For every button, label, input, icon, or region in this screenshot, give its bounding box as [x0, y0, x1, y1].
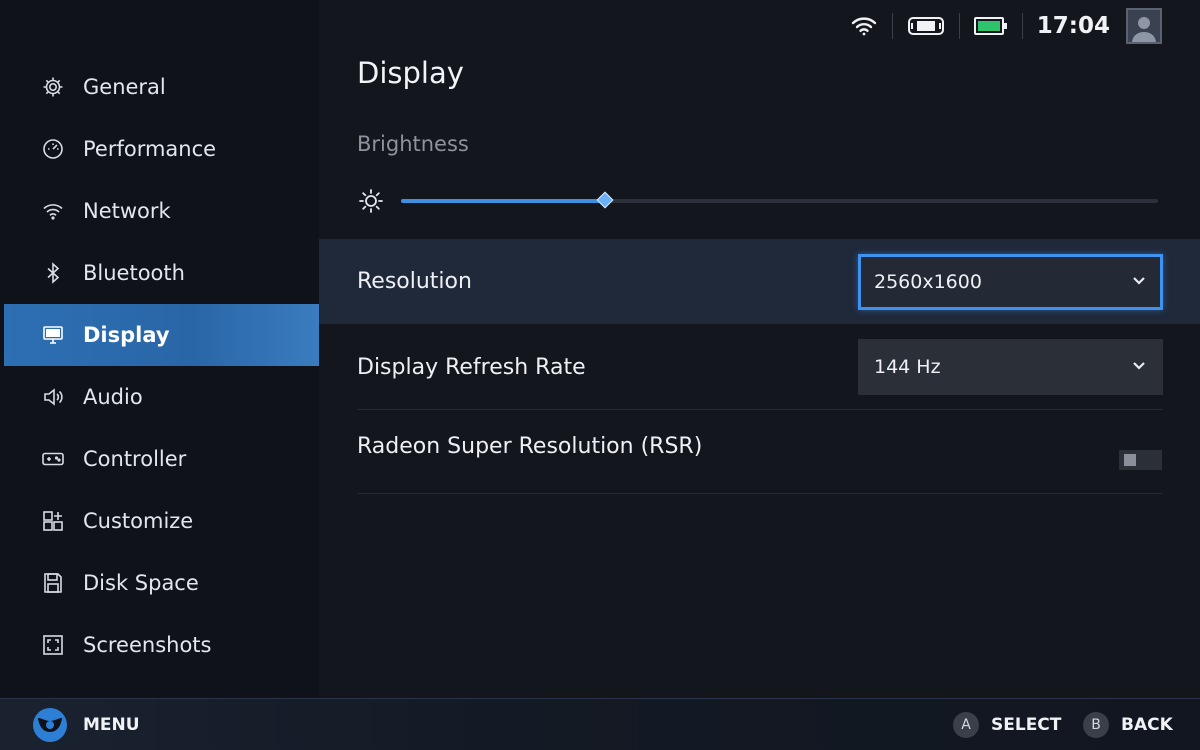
bottom-bar: MENU A SELECT B BACK	[0, 698, 1200, 750]
resolution-value: 2560x1600	[874, 270, 982, 293]
rsr-toggle[interactable]	[1119, 450, 1162, 470]
page-title: Display	[357, 56, 464, 90]
resolution-dropdown[interactable]: 2560x1600	[858, 253, 1163, 310]
sidebar-item-label: Bluetooth	[83, 261, 185, 285]
speaker-icon	[40, 384, 66, 410]
status-divider	[891, 13, 893, 39]
refresh-rate-dropdown[interactable]: 144 Hz	[858, 339, 1163, 395]
sidebar-list: General Performance Network Bluetooth Di	[0, 56, 319, 676]
status-bar: 17:04	[840, 0, 1200, 52]
sidebar-item-audio[interactable]: Audio	[4, 366, 319, 428]
sidebar-item-label: Controller	[83, 447, 187, 471]
brightness-slider-thumb[interactable]	[596, 191, 614, 209]
wifi-icon	[40, 198, 66, 224]
rsr-label: Radeon Super Resolution (RSR)	[357, 434, 703, 459]
resolution-row[interactable]: Resolution 2560x1600	[319, 239, 1200, 324]
battery-icon[interactable]	[973, 16, 1008, 36]
disk-icon	[40, 570, 66, 596]
select-hint-label: SELECT	[991, 714, 1062, 735]
avatar[interactable]	[1126, 8, 1162, 44]
status-divider	[958, 13, 960, 39]
b-button-icon: B	[1083, 711, 1109, 738]
brightness-slider[interactable]	[401, 191, 1158, 209]
sidebar-item-performance[interactable]: Performance	[4, 118, 319, 180]
row-divider	[357, 493, 1163, 494]
wifi-icon[interactable]	[850, 14, 878, 38]
sidebar-item-display[interactable]: Display	[4, 304, 319, 366]
resolution-label: Resolution	[357, 269, 472, 294]
sidebar-item-label: Display	[83, 323, 170, 347]
gear-icon	[40, 74, 66, 100]
sidebar-item-label: Performance	[83, 137, 217, 161]
customize-icon	[40, 508, 66, 534]
menu-logo-icon[interactable]	[31, 706, 69, 744]
chevron-down-icon	[1131, 271, 1147, 293]
clock: 17:04	[1036, 13, 1110, 39]
sidebar-item-general[interactable]: General	[4, 56, 319, 118]
sidebar-item-disk-space[interactable]: Disk Space	[4, 552, 319, 614]
screenshot-icon	[40, 632, 66, 658]
sidebar-item-label: Customize	[83, 509, 194, 533]
sidebar-item-label: Disk Space	[83, 571, 199, 595]
refresh-rate-label: Display Refresh Rate	[357, 354, 586, 380]
back-hint-label: BACK	[1121, 714, 1173, 735]
sidebar-item-customize[interactable]: Customize	[4, 490, 319, 552]
sidebar-item-label: Screenshots	[83, 633, 212, 657]
sidebar-item-label: Network	[83, 199, 171, 223]
select-hint[interactable]: A SELECT	[953, 711, 1062, 738]
a-button-icon: A	[953, 711, 979, 738]
sidebar-item-controller[interactable]: Controller	[4, 428, 319, 490]
bluetooth-icon	[40, 260, 66, 286]
brightness-slider-fill	[401, 199, 606, 203]
sidebar-item-network[interactable]: Network	[4, 180, 319, 242]
gamepad-icon	[40, 446, 66, 472]
brightness-label: Brightness	[357, 132, 469, 156]
toggle-knob	[1124, 454, 1136, 466]
sidebar-item-label: Audio	[83, 385, 143, 409]
sidebar-item-label: General	[83, 75, 166, 99]
refresh-rate-value: 144 Hz	[874, 356, 941, 378]
refresh-rate-row[interactable]: Display Refresh Rate 144 Hz	[319, 324, 1200, 410]
sidebar: General Performance Network Bluetooth Di	[0, 0, 319, 698]
gauge-icon	[40, 136, 66, 162]
monitor-icon	[40, 322, 66, 348]
sidebar-item-bluetooth[interactable]: Bluetooth	[4, 242, 319, 304]
device-icon[interactable]	[907, 15, 945, 37]
brightness-icon	[359, 189, 383, 213]
menu-label[interactable]: MENU	[83, 715, 140, 735]
status-divider	[1021, 13, 1023, 39]
rsr-row[interactable]: Radeon Super Resolution (RSR)	[319, 410, 1200, 494]
back-hint[interactable]: B BACK	[1083, 711, 1173, 738]
sidebar-item-screenshots[interactable]: Screenshots	[4, 614, 319, 676]
chevron-down-icon	[1131, 356, 1147, 378]
